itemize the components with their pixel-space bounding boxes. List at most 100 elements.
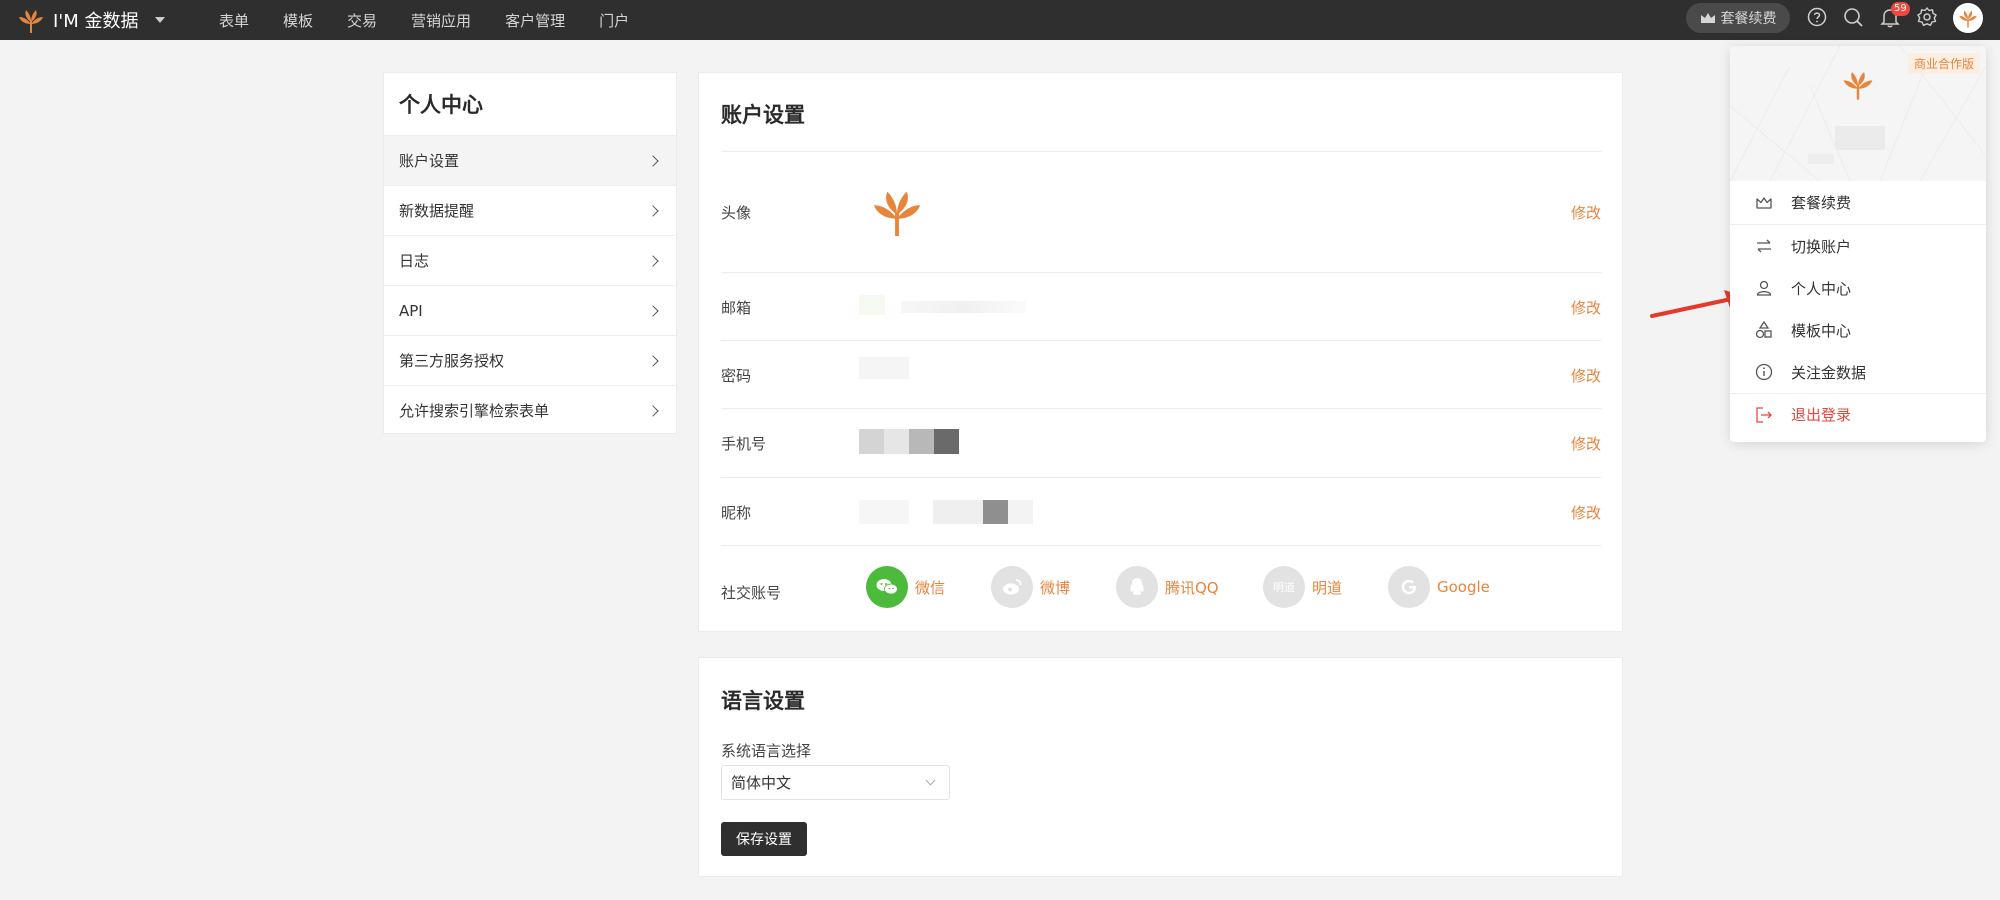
nav-item-transactions[interactable]: 交易 [347,10,377,31]
password-label: 密码 [721,367,752,385]
menu-item-label: 切换账户 [1791,237,1852,256]
language-settings-title: 语言设置 [721,689,805,713]
social-mingdao-label: 明道 [1312,578,1343,597]
language-selected-value: 简体中文 [731,774,792,792]
sidebar-item-data-alerts[interactable]: 新数据提醒 [384,185,676,235]
social-qq-label: 腾讯QQ [1165,578,1219,597]
app-logo[interactable]: I'M 金数据 [16,0,165,40]
chevron-right-icon [647,354,659,367]
edit-password-link[interactable]: 修改 [1571,365,1601,386]
google-icon [1388,566,1430,608]
password-row: 密码 修改 [721,341,1601,409]
account-settings-card: 账户设置 头像 修改 邮箱 修改 密码 修改 手机号 修改 昵称 修改 社交账号… [698,72,1623,632]
language-settings-card: 语言设置 系统语言选择 简体中文 保存设置 [698,657,1623,877]
save-settings-button[interactable]: 保存设置 [721,822,807,856]
dropdown-header: 商业合作版 [1730,46,1986,181]
dropdown-menu-list: 套餐续费 切换账户 个人中心 模板中心 关注金数据 退出登录 [1730,181,1986,435]
gear-icon[interactable] [1916,6,1938,28]
sidebar-item-third-party-auth[interactable]: 第三方服务授权 [384,335,676,385]
sidebar-item-logs[interactable]: 日志 [384,235,676,285]
nav-item-portal[interactable]: 门户 [599,10,629,31]
edit-phone-link[interactable]: 修改 [1571,433,1601,454]
account-settings-title: 账户设置 [721,103,805,127]
masked-password [859,357,909,379]
social-google[interactable]: Google [1388,566,1490,608]
crown-icon [1756,196,1772,209]
masked-email-text [901,301,1026,313]
chevron-right-icon [647,204,659,217]
profile-avatar-image [873,191,921,237]
social-accounts-label: 社交账号 [721,584,782,602]
masked-nickname [859,500,909,524]
workspace-caret-icon[interactable] [154,17,165,23]
dropdown-avatar-icon [1843,72,1873,100]
menu-item-label: 模板中心 [1791,321,1852,340]
brand-tree-icon [19,10,43,33]
avatar-tree-icon [1959,10,1977,28]
language-select[interactable]: 简体中文 [721,765,950,800]
sidebar-item-account-settings[interactable]: 账户设置 [384,135,676,185]
mingdao-icon: 明道 [1263,566,1305,608]
sidebar-item-api[interactable]: API [384,285,676,335]
search-icon[interactable] [1842,6,1864,28]
crown-icon [1700,13,1715,23]
sidebar-title: 个人中心 [399,93,483,117]
notification-count-badge: 59 [1891,2,1910,16]
masked-phone [859,429,959,454]
sidebar-item-label: 日志 [399,252,430,270]
edit-avatar-link[interactable]: 修改 [1571,202,1601,223]
nickname-row: 昵称 修改 [721,478,1601,546]
nav-item-forms[interactable]: 表单 [219,10,249,31]
help-icon[interactable] [1806,6,1828,28]
chevron-right-icon [647,404,659,417]
nickname-label: 昵称 [721,504,752,522]
email-row: 邮箱 修改 [721,273,1601,341]
logout-icon [1756,406,1772,423]
language-select-label: 系统语言选择 [721,742,812,760]
renew-button[interactable]: 套餐续费 [1686,3,1790,33]
nav-item-crm[interactable]: 客户管理 [505,10,565,31]
social-wechat[interactable]: 微信 [866,566,945,608]
menu-item-label: 个人中心 [1791,279,1852,298]
menu-item-follow[interactable]: 关注金数据 [1730,351,1986,393]
menu-item-label: 关注金数据 [1791,363,1867,382]
plan-badge: 商业合作版 [1907,53,1980,74]
masked-email [859,295,885,315]
edit-nickname-link[interactable]: 修改 [1571,502,1601,523]
sidebar-item-search-engine-indexing[interactable]: 允许搜索引擎检索表单 [384,385,676,435]
menu-item-personal-center[interactable]: 个人中心 [1730,267,1986,309]
chevron-right-icon [647,254,659,267]
social-google-label: Google [1437,578,1490,596]
menu-item-template-center[interactable]: 模板中心 [1730,309,1986,351]
social-weibo-label: 微博 [1040,578,1071,597]
chevron-down-icon [925,775,936,786]
switch-icon [1757,239,1771,253]
shapes-icon [1755,320,1772,339]
nav-item-marketing[interactable]: 营销应用 [411,10,471,31]
sidebar-item-label: 账户设置 [399,152,460,170]
user-dropdown-menu: 商业合作版 套餐续费 切换账户 个人中心 模板中心 关注金数据 退出登录 [1730,46,1986,442]
menu-item-switch-account[interactable]: 切换账户 [1730,225,1986,267]
nav-item-templates[interactable]: 模板 [283,10,313,31]
sidebar-item-label: 第三方服务授权 [399,352,505,370]
masked-nickname-text [933,500,1033,524]
social-accounts-row: 社交账号 微信 微博 腾讯QQ 明道 明道 Google [721,546,1601,626]
weibo-icon [991,566,1033,608]
user-avatar[interactable] [1953,3,1983,33]
edit-email-link[interactable]: 修改 [1571,297,1601,318]
social-qq[interactable]: 腾讯QQ [1116,566,1219,608]
menu-item-logout[interactable]: 退出登录 [1730,393,1986,435]
menu-item-renew-plan[interactable]: 套餐续费 [1730,181,1986,225]
social-mingdao[interactable]: 明道 明道 [1263,566,1342,608]
user-icon [1756,280,1772,296]
mingdao-icon-text: 明道 [1273,581,1295,594]
avatar-row: 头像 修改 [721,152,1601,273]
social-wechat-label: 微信 [915,578,946,597]
main-nav: 表单 模板 交易 营销应用 客户管理 门户 [219,0,663,40]
social-accounts-list: 微信 微博 腾讯QQ 明道 明道 Google [866,566,1566,610]
social-weibo[interactable]: 微博 [991,566,1070,608]
phone-row: 手机号 修改 [721,409,1601,478]
email-label: 邮箱 [721,299,752,317]
info-icon [1755,363,1773,381]
menu-item-label: 退出登录 [1791,406,1852,424]
